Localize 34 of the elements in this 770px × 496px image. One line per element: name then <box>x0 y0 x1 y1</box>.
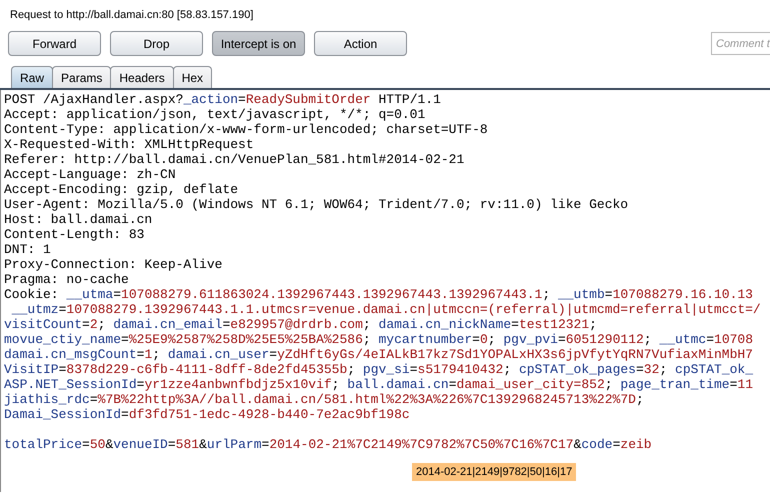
code-line: damai.cn_msgCount=1; damai.cn_user=yZdHft6yGs/4eIALkB17kz7Sd1YOPALxHX3s6jpVfytYqRN7VufiaxMinMbH7 <box>4 347 754 362</box>
request-title: Request to http://ball.damai.cn:80 [58.83.157.190] <box>10 9 254 21</box>
toolbar-button[interactable]: Drop <box>110 31 203 56</box>
editor-tab[interactable]: Hex <box>172 66 212 88</box>
code-line: User-Agent: Mozilla/5.0 (Windows NT 6.1; WOW64; Trident/7.0; rv:11.0) like Gecko <box>4 197 630 212</box>
code-line: jiathis_rdc=%7B%22http%3A//ball.damai.cn/581.html%22%3A%226%7C1392968245713%22%7D; <box>4 392 645 407</box>
code-line: Host: ball.damai.cn <box>4 212 154 227</box>
code-line: Referer: http://ball.damai.cn/VenuePlan_581.html#2014-02-21 <box>4 152 466 167</box>
code-line: ASP.NET_SessionId=yr1zze4anbwnfbdjz5x10vif; ball.damai.cn=damai_user_city=852; page_tran_time=11 <box>4 377 754 392</box>
code-line: DNT: 1 <box>4 242 52 257</box>
code-line: visitCount=2; damai.cn_email=e829957@drdrb.com; damai.cn_nickName=test12321; <box>4 317 598 332</box>
comment-field[interactable]: Comment t <box>711 32 770 55</box>
code-line: Damai_SessionId=df3fd751-1edc-4928-b440-7e2ac9bf198c <box>4 407 411 422</box>
editor-tab[interactable]: Headers <box>110 66 174 88</box>
code-line: POST /AjaxHandler.aspx?_action=ReadySubmitOrder HTTP/1.1 <box>4 92 442 107</box>
code-line: Proxy-Connection: Keep-Alive <box>4 257 224 272</box>
decoded-value-tooltip: 2014-02-21|2149|9782|50|16|17 <box>412 463 576 481</box>
code-line: X-Requested-With: XMLHttpRequest <box>4 137 255 152</box>
code-line: totalPrice=50&venueID=581&urlParm=2014-02-21%7C2149%7C9782%7C50%7C16%7C17&code=zeib <box>4 437 653 452</box>
code-line: __utmz=107088279.1392967443.1.1.utmcsr=venue.damai.cn|utmccn=(referral)|utmcmd=referral|utmcct=/ <box>10 302 762 317</box>
editor-tab[interactable]: Raw <box>11 66 54 88</box>
code-line: movue_ctiy_name=%25E9%2587%258D%25E5%25BA%2586; mycartnumber=0; pgv_pvi=6051290112; __utmc=10708 <box>4 332 754 347</box>
toolbar-button[interactable]: Action <box>314 31 407 56</box>
editor-tab[interactable]: Params <box>52 66 112 88</box>
code-line: Content-Length: 83 <box>4 227 146 242</box>
code-line: VisitIP=8378d229-c6fb-4111-8dff-8de2fd45355b; pgv_si=s5179410432; cpSTAT_ok_pages=32; cpSTAT_ok_ <box>4 362 754 377</box>
code-line: Cookie: __utma=107088279.611863024.1392967443.1392967443.1392967443.1; __utmb=107088279.16.10.13 <box>4 287 754 302</box>
code-line: Accept-Encoding: gzip, deflate <box>4 182 240 197</box>
code-line: Accept-Language: zh-CN <box>4 167 177 182</box>
toolbar-button[interactable]: Forward <box>8 31 101 56</box>
code-line: Accept: application/json, text/javascript, */*; q=0.01 <box>4 107 426 122</box>
code-line: Content-Type: application/x-www-form-urlencoded; charset=UTF-8 <box>4 122 489 137</box>
toolbar-button[interactable]: Intercept is on <box>212 31 305 56</box>
code-line: Pragma: no-cache <box>4 272 130 287</box>
